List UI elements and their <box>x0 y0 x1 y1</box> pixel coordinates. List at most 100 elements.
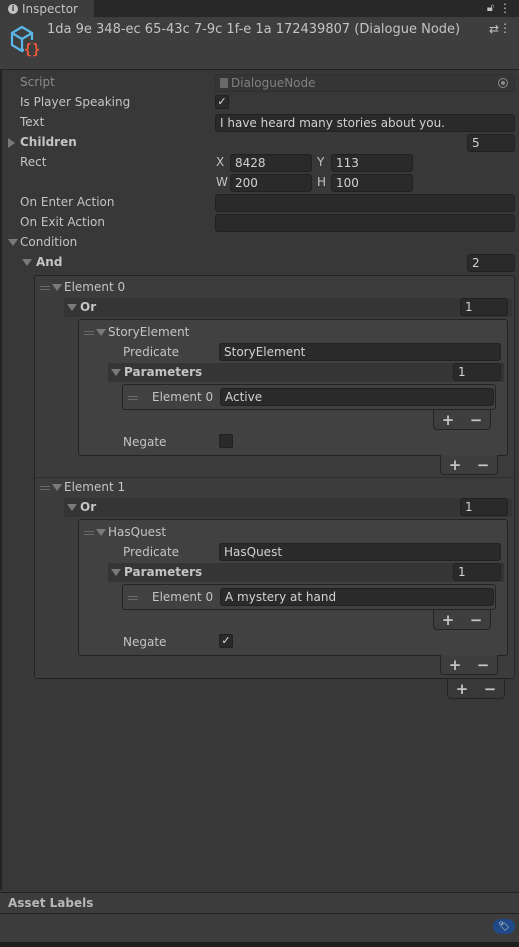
rect-x-input[interactable]: 8428 <box>230 154 312 172</box>
or-count-input[interactable]: 1 <box>460 298 508 316</box>
text-label: Text <box>20 115 45 129</box>
kebab-menu-icon[interactable]: ⋮ <box>499 0 511 16</box>
asset-labels-header[interactable]: Asset Labels <box>0 892 519 914</box>
tab-inspector[interactable]: i Inspector <box>0 0 94 17</box>
drag-handle-icon[interactable] <box>40 286 50 290</box>
or-label[interactable]: Or <box>80 500 96 514</box>
element-1-label[interactable]: Element 1 <box>64 480 125 494</box>
negate-checkbox[interactable]: ✓ <box>219 634 233 648</box>
predicate-foldout-icon[interactable] <box>96 329 106 336</box>
info-icon: i <box>8 3 18 14</box>
and-count-input[interactable]: 2 <box>467 254 515 272</box>
remove-button[interactable]: − <box>474 457 492 473</box>
children-count-input[interactable]: 5 <box>467 134 515 152</box>
scriptable-object-icon: {} <box>10 25 41 57</box>
rect-w-input[interactable]: 200 <box>230 174 312 192</box>
negate-checkbox[interactable] <box>219 434 233 448</box>
and-foldout-icon[interactable] <box>22 259 32 266</box>
or-foldout-icon[interactable] <box>67 304 77 311</box>
bottom-strip <box>0 942 519 947</box>
or-add-remove: + − <box>440 455 498 475</box>
panel-left-border <box>0 70 2 890</box>
tag-icon[interactable]: 🏷︎ <box>493 919 515 934</box>
parameters-count-input[interactable]: 1 <box>453 563 501 581</box>
parameter-element-label: Element 0 <box>152 390 214 404</box>
element-1-foldout-icon[interactable] <box>52 484 62 491</box>
script-value: DialogueNode <box>231 76 316 90</box>
add-button[interactable]: + <box>439 412 457 428</box>
on-exit-action-input[interactable] <box>215 214 515 232</box>
on-enter-action-label: On Enter Action <box>20 195 115 209</box>
parameter-element-input[interactable]: Active <box>220 388 494 406</box>
parameter-element-label: Element 0 <box>152 590 214 604</box>
is-player-speaking-checkbox[interactable]: ✓ <box>215 95 229 109</box>
object-picker-icon[interactable] <box>498 78 508 88</box>
script-field: DialogueNode <box>215 74 515 92</box>
preset-sliders-icon[interactable]: ⇄ <box>489 22 499 36</box>
predicate-input[interactable]: HasQuest <box>219 543 501 561</box>
negate-label: Negate <box>123 435 167 449</box>
predicate-label: Predicate <box>123 345 180 359</box>
drag-handle-icon[interactable] <box>128 396 138 400</box>
text-input[interactable]: I have heard many stories about you. <box>215 114 515 132</box>
remove-button[interactable]: − <box>474 657 492 673</box>
lock-icon[interactable]: 🔓︎ <box>487 1 494 15</box>
on-exit-action-label: On Exit Action <box>20 215 105 229</box>
and-label[interactable]: And <box>36 255 62 269</box>
asset-labels-body: 🏷︎ <box>0 914 519 942</box>
negate-label: Negate <box>123 635 167 649</box>
or-label[interactable]: Or <box>80 300 96 314</box>
predicate-block-title[interactable]: StoryElement <box>108 325 189 339</box>
parameters-label[interactable]: Parameters <box>124 565 202 579</box>
parameters-label[interactable]: Parameters <box>124 365 202 379</box>
children-foldout-icon[interactable] <box>8 138 15 148</box>
add-button[interactable]: + <box>446 657 464 673</box>
rect-x-label: X <box>216 155 225 169</box>
or-count-input[interactable]: 1 <box>460 498 508 516</box>
remove-button[interactable]: − <box>467 612 485 628</box>
remove-button[interactable]: − <box>481 681 499 697</box>
or-header-band <box>64 298 512 317</box>
remove-button[interactable]: − <box>467 412 485 428</box>
condition-label[interactable]: Condition <box>20 235 77 249</box>
or-add-remove: + − <box>440 655 498 675</box>
parameters-foldout-icon[interactable] <box>111 369 121 376</box>
rect-w-label: W <box>216 175 228 189</box>
asset-labels-title: Asset Labels <box>8 896 94 910</box>
predicate-foldout-icon[interactable] <box>96 529 106 536</box>
parameters-count-input[interactable]: 1 <box>453 363 501 381</box>
rect-h-label: H <box>317 175 327 189</box>
predicate-block-title[interactable]: HasQuest <box>108 525 166 539</box>
add-button[interactable]: + <box>446 457 464 473</box>
object-title: 1da 9e 348-ec 65-43c 7-9c 1f-e 1a 172439… <box>47 22 461 37</box>
rect-label: Rect <box>20 155 47 169</box>
tab-label: Inspector <box>22 1 78 16</box>
parameter-element-input[interactable]: A mystery at hand <box>220 588 494 606</box>
rect-h-input[interactable]: 100 <box>331 174 413 192</box>
tab-bar: i Inspector 🔓︎ ⋮ <box>0 0 519 17</box>
is-player-speaking-label: Is Player Speaking <box>20 95 131 109</box>
parameters-add-remove: + − <box>433 410 491 430</box>
script-icon <box>220 78 228 88</box>
predicate-label: Predicate <box>123 545 180 559</box>
condition-foldout-icon[interactable] <box>8 239 18 246</box>
drag-handle-icon[interactable] <box>128 596 138 600</box>
script-label: Script <box>20 75 55 89</box>
predicate-input[interactable]: StoryElement <box>219 343 501 361</box>
drag-handle-icon[interactable] <box>40 486 50 490</box>
header-menu-icon[interactable]: ⋮ <box>499 21 511 35</box>
element-0-foldout-icon[interactable] <box>52 284 62 291</box>
parameters-foldout-icon[interactable] <box>111 569 121 576</box>
element-0-label[interactable]: Element 0 <box>64 280 125 294</box>
add-button[interactable]: + <box>439 612 457 628</box>
drag-handle-icon[interactable] <box>84 331 94 335</box>
add-button[interactable]: + <box>453 681 471 697</box>
and-add-remove: + − <box>447 679 505 699</box>
on-enter-action-input[interactable] <box>215 194 515 212</box>
or-foldout-icon[interactable] <box>67 504 77 511</box>
svg-text:{}: {} <box>24 42 41 57</box>
children-label[interactable]: Children <box>20 135 77 149</box>
element-separator <box>35 477 514 478</box>
drag-handle-icon[interactable] <box>84 531 94 535</box>
rect-y-input[interactable]: 113 <box>331 154 413 172</box>
